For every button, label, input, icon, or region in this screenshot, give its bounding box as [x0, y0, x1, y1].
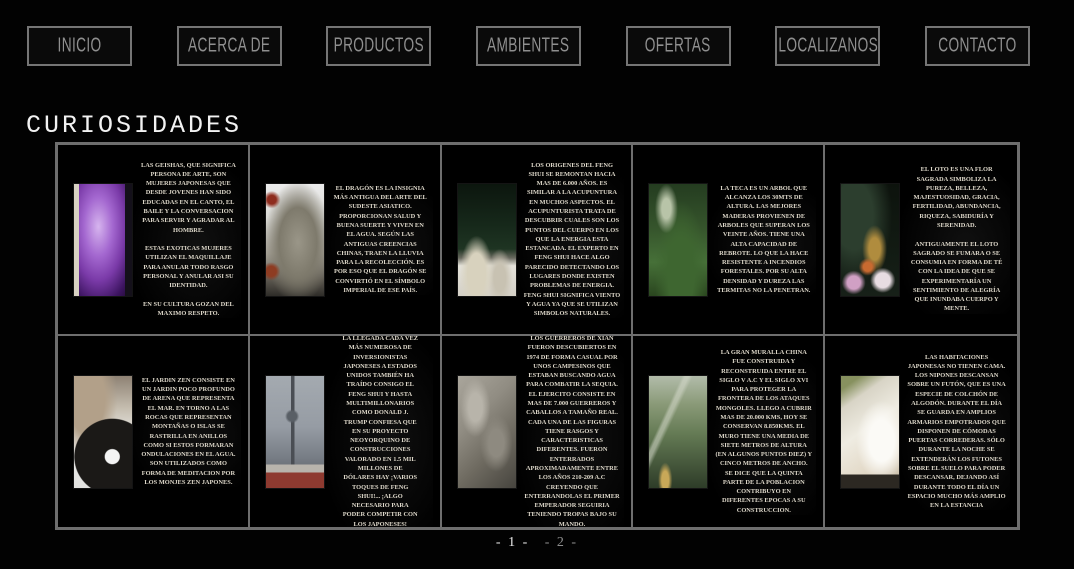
nav-button-acerca-de[interactable]: ACERCA DE [177, 26, 282, 66]
teak-forest-photo [649, 184, 707, 296]
asian-statue-photo [266, 184, 324, 296]
pagination-page-2[interactable]: - 2 - [545, 535, 578, 550]
card-feng-shui: LOS ORIGENES DEL FENG SHUI SE REMONTAN H… [442, 145, 634, 336]
nav-label: CONTACTO [938, 34, 1016, 57]
japanese-room-photo [841, 376, 899, 488]
zen-garden-photo [74, 376, 132, 488]
card-text-loto: EL LOTO ES UNA FLOR SAGRADA SIMBOLIZA LA… [899, 165, 1010, 314]
nav-label: OFERTAS [645, 34, 711, 57]
terracotta-warriors-photo [458, 376, 516, 488]
card-dragon: EL DRAGÓN ES LA INSIGNIA MÁS ANTIGUA DEL… [250, 145, 442, 336]
card-text-inversionistas: LA LLEGADA CADA VEZ MÁS NUMEROSA DE INVE… [324, 336, 433, 527]
card-text-feng-shui: LOS ORIGENES DEL FENG SHUI SE REMONTAN H… [516, 161, 625, 319]
nav-label: INICIO [58, 34, 102, 57]
nav-button-ofertas[interactable]: OFERTAS [626, 26, 731, 66]
lotus-flowers-photo [841, 184, 899, 296]
card-text-gran-muralla: LA GRAN MURALLA CHINA FUE CONSTRUIDA Y R… [707, 348, 816, 515]
nav-button-productos[interactable]: PRODUCTOS [326, 26, 431, 66]
card-jardin-zen: EL JARDIN ZEN CONSISTE EN UN JARDIN POCO… [58, 336, 250, 527]
pagination-page-1[interactable]: - 1 - [496, 535, 529, 550]
geisha-photo [74, 184, 132, 296]
nav-button-inicio[interactable]: INICIO [27, 26, 132, 66]
card-geishas: LAS GEISHAS, QUE SIGNIFICA PERSONA DE AR… [58, 145, 250, 336]
nav-label: PRODUCTOS [334, 34, 424, 57]
shanghai-tower-photo [266, 376, 324, 488]
card-teca: LA TECA ES UN ARBOL QUE ALCANZA LOS 30MT… [633, 145, 825, 336]
nav-button-localizanos[interactable]: LOCALIZANOS [775, 26, 880, 66]
card-text-geishas: LAS GEISHAS, QUE SIGNIFICA PERSONA DE AR… [132, 161, 241, 319]
card-inversionistas: LA LLEGADA CADA VEZ MÁS NUMEROSA DE INVE… [250, 336, 442, 527]
nav-button-ambientes[interactable]: AMBIENTES [476, 26, 581, 66]
great-wall-photo [649, 376, 707, 488]
card-loto: EL LOTO ES UNA FLOR SAGRADA SIMBOLIZA LA… [825, 145, 1017, 336]
card-gran-muralla: LA GRAN MURALLA CHINA FUE CONSTRUIDA Y R… [633, 336, 825, 527]
curiosities-grid: LAS GEISHAS, QUE SIGNIFICA PERSONA DE AR… [55, 142, 1020, 530]
garden-furniture-photo [458, 184, 516, 296]
nav-label: ACERCA DE [188, 34, 270, 57]
card-text-dragon: EL DRAGÓN ES LA INSIGNIA MÁS ANTIGUA DEL… [324, 184, 433, 295]
nav-label: AMBIENTES [487, 34, 569, 57]
card-text-habitaciones: LAS HABITACIONES JAPONESAS NO TIENEN CAM… [899, 353, 1010, 511]
card-text-jardin-zen: EL JARDIN ZEN CONSISTE EN UN JARDIN POCO… [132, 376, 241, 487]
page-title: CURIOSIDADES [26, 111, 242, 140]
nav-button-contacto[interactable]: CONTACTO [925, 26, 1030, 66]
main-nav: INICIO ACERCA DE PRODUCTOS AMBIENTES OFE… [27, 26, 1030, 66]
card-guerreros-xian: LOS GUERREROS DE XIAN FUERON DESCUBIERTO… [442, 336, 634, 527]
card-text-teca: LA TECA ES UN ARBOL QUE ALCANZA LOS 30MT… [707, 184, 816, 295]
nav-label: LOCALIZANOS [778, 34, 878, 57]
card-text-guerreros-xian: LOS GUERREROS DE XIAN FUERON DESCUBIERTO… [516, 336, 625, 527]
card-habitaciones: LAS HABITACIONES JAPONESAS NO TIENEN CAM… [825, 336, 1017, 527]
pagination: - 1 - - 2 - [0, 535, 1074, 551]
